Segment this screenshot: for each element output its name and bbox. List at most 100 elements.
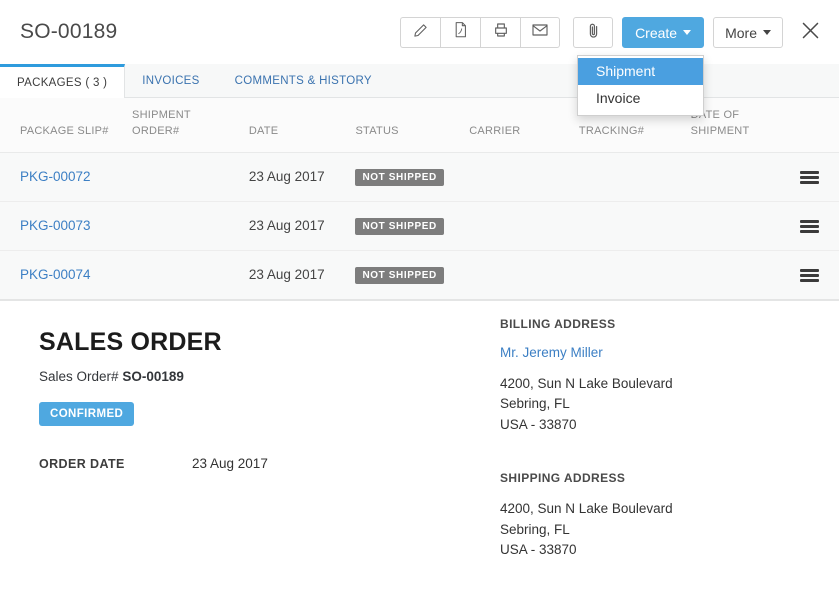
document-right-column: BILLING ADDRESS Mr. Jeremy Miller 4200, …: [500, 317, 830, 561]
document-left-column: SALES ORDER Sales Order# SO-00189 CONFIR…: [39, 328, 479, 471]
status-badge: NOT SHIPPED: [355, 217, 444, 235]
column-header-date-of-shipment: DATE OF SHIPMENT: [690, 98, 793, 153]
more-button-label: More: [725, 24, 757, 41]
print-button[interactable]: [480, 17, 521, 48]
attachment-button[interactable]: [573, 17, 614, 48]
column-header-actions: [792, 98, 839, 153]
cell-package-slip: PKG-00074: [0, 250, 133, 300]
order-date-value: 23 Aug 2017: [192, 455, 268, 471]
shipping-address-line2: Sebring, FL: [500, 521, 570, 537]
row-menu-icon[interactable]: [800, 269, 819, 283]
row-menu-icon[interactable]: [800, 220, 819, 234]
cell-shipment-order: [132, 201, 249, 251]
table-row[interactable]: PKG-00074 23 Aug 2017 NOT SHIPPED: [0, 250, 839, 300]
email-button[interactable]: [520, 17, 561, 48]
cell-status: NOT SHIPPED: [355, 250, 470, 300]
sales-order-document: SALES ORDER Sales Order# SO-00189 CONFIR…: [0, 300, 839, 616]
status-badge: NOT SHIPPED: [355, 266, 444, 284]
tab-invoices[interactable]: INVOICES: [125, 64, 217, 97]
package-slip-link[interactable]: PKG-00073: [20, 218, 91, 233]
cell-date: 23 Aug 2017: [248, 201, 356, 251]
column-header-package-slip: PACKAGE SLIP#: [0, 98, 133, 153]
tab-comments-history[interactable]: COMMENTS & HISTORY: [218, 64, 390, 97]
table-row[interactable]: PKG-00072 23 Aug 2017 NOT SHIPPED: [0, 152, 839, 202]
cell-status: NOT SHIPPED: [355, 152, 470, 202]
cell-tracking: [578, 201, 691, 251]
cell-package-slip: PKG-00073: [0, 201, 133, 251]
close-button[interactable]: [795, 18, 825, 48]
page-title: SO-00189: [20, 20, 118, 43]
cell-actions: [792, 152, 839, 202]
column-header-date-of-shipment-line1: DATE OF: [690, 109, 740, 121]
cell-actions: [792, 250, 839, 300]
packages-table-container: PACKAGE SLIP# SHIPMENT ORDER# DATE STATU…: [0, 98, 839, 300]
cell-package-slip: PKG-00072: [0, 152, 133, 202]
billing-address-line2: Sebring, FL: [500, 396, 570, 412]
pdf-button[interactable]: [440, 17, 481, 48]
table-row[interactable]: PKG-00073 23 Aug 2017 NOT SHIPPED: [0, 201, 839, 251]
create-button-label: Create: [635, 24, 678, 41]
billing-customer-name[interactable]: Mr. Jeremy Miller: [500, 345, 830, 360]
create-button[interactable]: Create: [622, 17, 705, 48]
page-header: SO-00189 Create More: [0, 0, 839, 64]
row-menu-icon[interactable]: [800, 171, 819, 185]
print-icon: [493, 22, 509, 43]
document-title: SALES ORDER: [39, 327, 222, 356]
billing-address-block: BILLING ADDRESS Mr. Jeremy Miller 4200, …: [500, 317, 830, 436]
table-header-row: PACKAGE SLIP# SHIPMENT ORDER# DATE STATU…: [0, 98, 839, 153]
cell-shipment-order: [132, 250, 249, 300]
cell-date-of-shipment: [690, 201, 793, 251]
column-header-carrier-line2: CARRIER: [469, 124, 521, 137]
order-number-value: SO-00189: [122, 368, 184, 384]
shipping-address-block: SHIPPING ADDRESS 4200, Sun N Lake Boulev…: [500, 471, 830, 561]
column-header-tracking-line2: TRACKING#: [578, 124, 645, 137]
cell-actions: [792, 201, 839, 251]
table-body: PKG-00072 23 Aug 2017 NOT SHIPPED PKG-00…: [0, 152, 839, 300]
package-slip-link[interactable]: PKG-00074: [20, 267, 91, 282]
edit-icon: [413, 23, 428, 43]
order-date-row: ORDER DATE 23 Aug 2017: [39, 456, 479, 471]
cell-date-of-shipment: [690, 152, 793, 202]
column-header-shipment-order-line2: ORDER#: [132, 124, 180, 137]
paperclip-icon: [587, 22, 600, 44]
column-header-date-of-shipment-line2: SHIPMENT: [690, 124, 750, 137]
column-header-shipment-order-line1: SHIPMENT: [132, 109, 191, 121]
shipping-address-line3: USA - 33870: [500, 542, 577, 558]
pdf-icon: [453, 22, 468, 43]
header-toolbar: Create More: [400, 17, 825, 48]
close-icon: [800, 20, 821, 46]
column-header-package-slip-line2: PACKAGE SLIP#: [20, 124, 109, 137]
dropdown-item-invoice[interactable]: Invoice: [578, 85, 703, 112]
tab-bar: PACKAGES ( 3 ) INVOICES COMMENTS & HISTO…: [0, 64, 839, 98]
column-header-status: STATUS: [355, 98, 470, 153]
dropdown-item-shipment[interactable]: Shipment: [578, 58, 703, 85]
cell-date: 23 Aug 2017: [248, 152, 356, 202]
order-number-line: Sales Order# SO-00189: [39, 369, 479, 384]
billing-address-line1: 4200, Sun N Lake Boulevard: [500, 375, 673, 391]
order-date-label: ORDER DATE: [39, 456, 125, 471]
cell-status: NOT SHIPPED: [355, 201, 470, 251]
edit-button[interactable]: [400, 17, 441, 48]
chevron-down-icon: [683, 30, 692, 35]
tab-packages[interactable]: PACKAGES ( 3 ): [0, 64, 126, 98]
column-header-shipment-order: SHIPMENT ORDER#: [132, 98, 249, 153]
cell-date: 23 Aug 2017: [248, 250, 356, 300]
email-icon: [532, 23, 548, 42]
chevron-down-icon: [763, 30, 771, 35]
cell-carrier: [469, 152, 579, 202]
order-status-badge: CONFIRMED: [39, 401, 135, 426]
package-slip-link[interactable]: PKG-00072: [20, 169, 91, 184]
shipping-address-line1: 4200, Sun N Lake Boulevard: [500, 501, 673, 517]
cell-shipment-order: [132, 152, 249, 202]
column-header-status-line2: STATUS: [355, 124, 399, 137]
column-header-date: DATE: [248, 98, 356, 153]
billing-address-label: BILLING ADDRESS: [500, 316, 616, 331]
cell-tracking: [578, 250, 691, 300]
status-badge: NOT SHIPPED: [355, 168, 444, 186]
table-header: PACKAGE SLIP# SHIPMENT ORDER# DATE STATU…: [0, 98, 839, 153]
cell-date-of-shipment: [690, 250, 793, 300]
sales-order-detail-page: SO-00189 Create More Shipment Invoice PA…: [0, 0, 839, 616]
packages-table: PACKAGE SLIP# SHIPMENT ORDER# DATE STATU…: [0, 98, 839, 300]
more-button[interactable]: More: [713, 17, 783, 48]
icon-button-group: [400, 17, 561, 48]
